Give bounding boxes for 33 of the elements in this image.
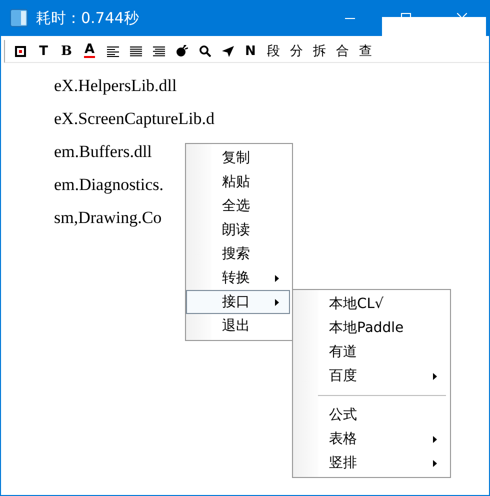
menu-item[interactable]: 搜索 (186, 242, 290, 266)
toolbar-button[interactable]: 拆 (308, 41, 331, 61)
toolbar-button[interactable]: 查 (354, 41, 377, 61)
toolbar-button[interactable]: 合 (331, 41, 354, 61)
toolbar-button[interactable]: N (239, 41, 262, 61)
toolbar-button[interactable]: 分 (285, 41, 308, 61)
menu-item[interactable]: 退出 (186, 314, 290, 338)
menu-item[interactable]: 公式 (293, 403, 448, 427)
menu-item[interactable]: 竖排 (293, 451, 448, 475)
maximize-icon (401, 13, 411, 17)
toolbar-button[interactable]: T (32, 41, 55, 61)
menu-item[interactable]: 接口 (186, 290, 290, 314)
menu-item[interactable]: 本地CL√ (293, 292, 448, 316)
text-line: eX.HelpersLib.dll (54, 75, 177, 97)
app-icon (10, 9, 28, 27)
close-icon (457, 13, 467, 17)
text-line: sm,Drawing.Co (54, 207, 162, 229)
menu-item[interactable]: 表格 (293, 427, 448, 451)
menu-item[interactable]: 朗读 (186, 218, 290, 242)
toolbar-button[interactable]: 段 (262, 41, 285, 61)
toolbar-button[interactable]: B (55, 41, 78, 61)
menu-item[interactable]: 百度 (293, 364, 448, 388)
text-line: em.Buffers.dll (54, 141, 152, 163)
menu-item[interactable]: 全选 (186, 194, 290, 218)
menu-item[interactable]: 复制 (186, 146, 290, 170)
menu-item[interactable]: 有道 (293, 340, 448, 364)
text-line: em.Diagnostics. (54, 174, 164, 196)
menu-item[interactable]: 粘贴 (186, 170, 290, 194)
menu-item[interactable]: 本地Paddle (293, 316, 448, 340)
text-line: eX.ScreenCaptureLib.d (54, 108, 214, 130)
menu-item[interactable]: 转换 (186, 266, 290, 290)
window-title: 耗时：0.744秒 (36, 8, 139, 28)
toolbar-button[interactable]: A (78, 41, 101, 61)
